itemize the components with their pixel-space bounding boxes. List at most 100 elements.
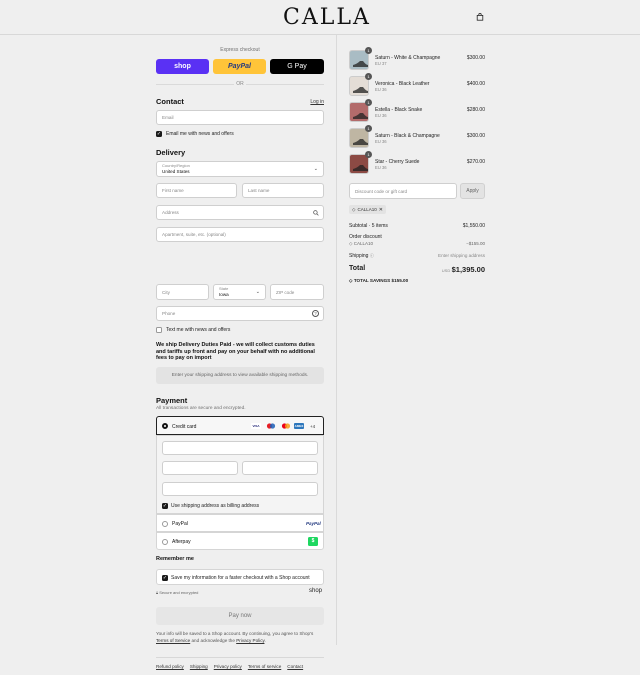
shipping-row: Shipping ⓘ Enter shipping address [349,253,485,259]
afterpay-logo: $ [308,537,318,546]
paypal-option[interactable]: PayPal PayPal [156,514,324,532]
email-field[interactable]: Email [156,110,324,125]
footer-links: Refund policy Shipping Privacy policy Te… [156,664,303,669]
brand-logo[interactable]: CALLA [283,5,371,30]
secure-encrypted-note: 🔒︎ Secure and encrypted [156,590,199,595]
paypal-button[interactable]: PayPal [213,59,266,74]
express-checkout-label: Express checkout [220,47,260,53]
apartment-field[interactable]: Apartment, suite, etc. (optional) [156,227,324,242]
search-icon [313,210,319,216]
credit-card-radio[interactable] [162,423,168,429]
subtotal-row: Subtotal · 5 items $1,550.00 [349,223,485,229]
text-me-checkbox-label: Text me with news and offers [166,327,231,333]
order-discount-label: Order discount [349,234,382,240]
chevron-down-icon: ⌄ [313,166,318,172]
total-amount: $1,395.00 [451,265,485,274]
address-field[interactable]: Address [156,205,324,220]
credit-card-label: Credit card [172,424,197,430]
visa-icon: VISA [251,423,261,429]
more-cards-label: +4 [310,424,316,429]
save-info-label: Save my information for a faster checkou… [171,575,310,581]
first-name-field[interactable]: First name [156,183,237,198]
pay-now-button[interactable]: Pay now [156,607,324,625]
zip-field[interactable]: ZIP code [270,284,324,300]
product-variant: EU 37 [375,61,387,66]
expiration-field[interactable] [162,461,238,475]
product-variant: EU 36 [375,113,387,118]
quantity-badge: 1 [365,47,372,54]
shop-pay-button[interactable]: shop [156,59,209,74]
product-variant: EU 36 [375,139,387,144]
news-checkbox[interactable]: ✓ [156,131,162,137]
header: CALLA [0,0,640,35]
news-checkbox-label: Email me with news and offers [166,131,234,137]
mastercard-icon [281,423,291,429]
apply-button[interactable]: Apply [460,183,485,199]
tag-icon: ◇ [352,206,356,212]
quantity-badge: 1 [365,99,372,106]
login-link[interactable]: Log in [310,99,324,105]
cart-item: 1 Veronica - Black Leather EU 36 $400.00 [349,73,485,97]
terms-of-service-footer-link[interactable]: Terms of service [248,664,281,669]
currency-label: USD [441,268,451,273]
name-on-card-field[interactable] [162,482,318,496]
paypal-label: PayPal [172,521,188,527]
cart-item: 1 Saturn - White & Champagne EU 37 $300.00 [349,47,485,71]
duties-notice: We ship Delivery Duties Paid - we will c… [156,342,315,361]
save-info-checkbox[interactable]: ✓ [162,575,168,581]
or-label: OR [234,81,246,87]
terms-of-service-link[interactable]: Terms of Service [156,638,190,643]
country-value: United States [162,169,190,174]
shop-logo: shop [309,588,323,594]
city-field[interactable]: City [156,284,209,300]
shipping-link[interactable]: Shipping [190,664,208,669]
cart-item: 1 Estella - Black Snake EU 36 $280.00 [349,99,485,123]
maestro-icon [266,423,276,429]
close-icon[interactable]: ✕ [379,207,383,213]
remember-me-box: ✓ Save my information for a faster check… [156,569,324,585]
product-price: $400.00 [466,81,485,87]
total-savings-row: ◇ TOTAL SAVINGS $155.00 [349,278,409,283]
billing-address-checkbox[interactable]: ✓ [162,503,168,509]
product-price: $300.00 [466,55,485,61]
cart-item: 1 Saturn - Black & Champagne EU 36 $300.00 [349,125,485,149]
shopping-bag-icon[interactable] [476,13,484,21]
afterpay-radio[interactable] [162,539,168,545]
help-icon[interactable]: ? [312,310,319,317]
refund-policy-link[interactable]: Refund policy [156,664,184,669]
privacy-policy-link[interactable]: Privacy Policy [236,638,264,643]
card-number-field[interactable] [162,441,318,455]
credit-card-option[interactable]: Credit card VISA AMEX +4 [156,416,324,435]
google-pay-button[interactable]: G Pay [270,59,324,74]
paypal-logo: PayPal [306,521,321,526]
shop-disclaimer: Your info will be saved to a Shop accoun… [156,631,314,643]
afterpay-option[interactable]: Afterpay $ [156,532,324,550]
card-details-panel: ✓ Use shipping address as billing addres… [156,435,324,514]
cart-item: 1 Star - Cherry Suede EU 36 $270.00 [349,151,485,175]
help-icon[interactable]: ⓘ [370,253,374,258]
phone-field[interactable]: Phone ? [156,306,324,321]
state-select[interactable]: State Iowa ⌄ [213,284,266,300]
delivery-heading: Delivery [156,148,186,157]
quantity-badge: 1 [365,73,372,80]
afterpay-label: Afterpay [172,539,191,545]
text-me-checkbox[interactable] [156,327,162,333]
payment-subtitle: All transactions are secure and encrypte… [156,406,246,411]
tag-icon: ◇ [349,278,353,283]
remember-me-heading: Remember me [156,556,194,562]
amex-icon: AMEX [294,423,304,429]
contact-heading: Contact [156,97,184,106]
security-code-field[interactable] [242,461,318,475]
contact-link[interactable]: Contact [287,664,303,669]
total-row: Total USD $1,395.00 [349,265,485,275]
paypal-radio[interactable] [162,521,168,527]
last-name-field[interactable]: Last name [242,183,324,198]
lock-icon: 🔒︎ [156,590,159,595]
privacy-policy-footer-link[interactable]: Privacy policy [214,664,242,669]
discount-code-field[interactable]: Discount code or gift card [349,183,457,199]
discount-row: ◇ CALLA10 −$155.00 [349,241,485,246]
country-select[interactable]: Country/Region United States ⌄ [156,161,324,177]
footer-divider [156,657,324,658]
product-variant: EU 36 [375,165,387,170]
state-value: Iowa [219,292,229,297]
